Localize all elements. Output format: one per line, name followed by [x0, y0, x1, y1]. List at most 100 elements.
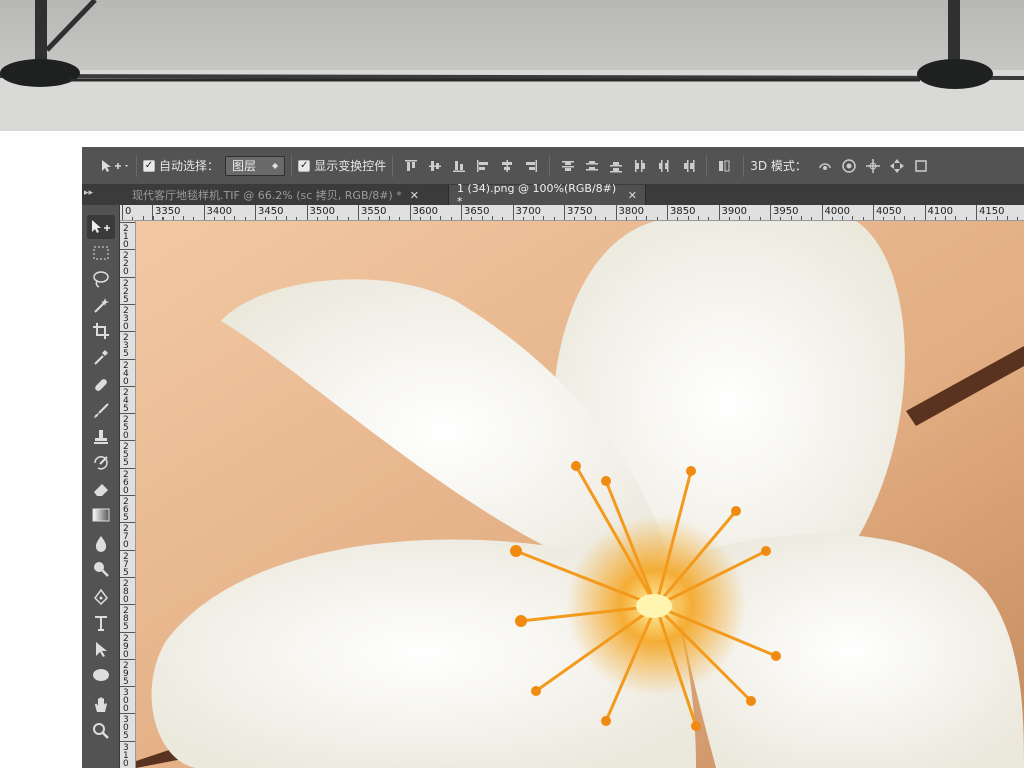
ruler-minor-tick: [708, 217, 710, 220]
divider: [706, 154, 708, 177]
ruler-minor-tick: [265, 217, 267, 220]
ruler-minor-tick: [172, 216, 174, 220]
type-tool[interactable]: [87, 611, 115, 635]
ruler-label: 3600: [412, 206, 438, 217]
magic-wand-tool[interactable]: [87, 293, 115, 317]
history-brush-tool[interactable]: [87, 451, 115, 475]
ruler-major-tick: [203, 205, 205, 220]
ruler-horizontal[interactable]: 0 3350 3400 3450 3500 3550 3600 3650 3700 3750 380…: [120, 205, 1024, 221]
tool-preset-picker[interactable]: [82, 147, 130, 185]
auto-select-label: 自动选择：: [159, 159, 220, 173]
align-vcenter-icon[interactable]: [425, 156, 445, 176]
document-canvas[interactable]: [136, 221, 1024, 768]
crop-icon: [93, 323, 109, 339]
ruler-minor-tick: [996, 216, 998, 220]
ruler-minor-tick: [934, 217, 936, 220]
ruler-minor-tick: [1017, 217, 1019, 220]
ruler-minor-tick: [399, 217, 401, 220]
dodge-tool[interactable]: [87, 557, 115, 581]
distribute-vcenter-icon[interactable]: [582, 156, 602, 176]
clone-stamp-tool[interactable]: [87, 425, 115, 449]
distribute-bottom-icon[interactable]: [606, 156, 626, 176]
ruler-minor-tick: [543, 216, 545, 220]
zoom-tool[interactable]: [87, 719, 115, 743]
collapse-panels-icon[interactable]: ▸▸: [84, 188, 93, 198]
show-transform-option[interactable]: ✓ 显示变换控件: [298, 147, 386, 185]
ruler-minor-tick: [193, 217, 195, 220]
ruler-label: 2 1 0: [123, 224, 129, 250]
align-left-icon[interactable]: [473, 156, 493, 176]
close-icon[interactable]: ✕: [628, 189, 637, 202]
ruler-minor-tick: [132, 217, 134, 220]
marquee-tool[interactable]: [87, 241, 115, 265]
history-brush-icon: [94, 456, 108, 470]
ruler-label: 2 4 0: [123, 360, 129, 387]
align-right-icon[interactable]: [521, 156, 541, 176]
ruler-label: 2 6 5: [123, 497, 129, 523]
hand-tool[interactable]: [87, 693, 115, 717]
ruler-label: 3650: [464, 206, 490, 217]
stand-post-right: [948, 0, 960, 66]
bandage-icon: [95, 379, 107, 391]
move-tool[interactable]: [87, 215, 115, 239]
show-transform-checkbox[interactable]: ✓: [298, 159, 311, 172]
auto-select-checkbox[interactable]: ✓: [143, 159, 155, 172]
ruler-label: 3450: [258, 206, 284, 217]
blur-tool[interactable]: [87, 531, 115, 555]
align-bottom-icon[interactable]: [449, 156, 469, 176]
distribute-hcenter-icon[interactable]: [654, 156, 674, 176]
move-icon: [92, 220, 110, 233]
ellipse-tool[interactable]: [87, 663, 115, 687]
stand-foot-left: [0, 59, 80, 87]
room-photo: [0, 0, 1024, 131]
ruler-minor-tick: [491, 216, 493, 220]
lasso-tool[interactable]: [87, 267, 115, 291]
slide-3d-icon[interactable]: [887, 156, 907, 176]
ruler-minor-tick: [296, 217, 298, 220]
ruler-vertical[interactable]: 2 1 02 2 02 2 52 3 02 3 52 4 02 4 52 5 0…: [120, 221, 136, 768]
ruler-major-tick: [120, 658, 135, 660]
crop-tool[interactable]: [87, 319, 115, 343]
ruler-major-tick: [667, 205, 668, 220]
mode-3d-group: 3D 模式：: [750, 147, 933, 185]
gradient-tool[interactable]: [87, 503, 115, 527]
auto-select-option[interactable]: ✓ 自动选择：: [143, 147, 219, 185]
path-selection-tool[interactable]: [87, 637, 115, 661]
ruler-label: 2 5 0: [123, 415, 129, 442]
ruler-minor-tick: [687, 216, 689, 220]
ruler-minor-tick: [945, 216, 947, 220]
eyedropper-tool[interactable]: [87, 345, 115, 369]
close-icon[interactable]: ✕: [410, 189, 419, 202]
ruler-label: 3750: [567, 206, 593, 217]
ruler-minor-tick: [728, 217, 730, 220]
flower-artwork: [136, 221, 1024, 768]
orbit-3d-icon[interactable]: [815, 156, 835, 176]
tab-document-1[interactable]: 现代客厅地毯样机.TIF @ 66.2% (sc 拷贝, RGB/8#) * ✕: [124, 185, 454, 205]
ruler-minor-tick: [275, 216, 277, 220]
ruler-label: 3500: [309, 206, 335, 217]
ruler-label: 2 9 0: [123, 633, 129, 660]
ruler-minor-tick: [677, 217, 679, 220]
auto-align-layers-icon[interactable]: [715, 156, 735, 176]
ruler-major-tick: [152, 205, 153, 220]
eraser-tool[interactable]: [87, 477, 115, 501]
auto-select-target-dropdown[interactable]: 图层 ◆: [225, 155, 286, 176]
distribute-left-icon[interactable]: [630, 156, 650, 176]
align-hcenter-icon[interactable]: [497, 156, 517, 176]
ruler-label: 2 4 5: [123, 387, 129, 414]
tab-document-2[interactable]: 1 (34).png @ 100%(RGB/8#) * ✕: [448, 182, 646, 208]
brush-tool[interactable]: [87, 399, 115, 423]
distribute-right-icon[interactable]: [678, 156, 698, 176]
ruler-label: 4150: [979, 206, 1005, 217]
healing-brush-tool[interactable]: [87, 373, 115, 397]
roll-3d-icon[interactable]: [839, 156, 859, 176]
ruler-label: 2 8 0: [123, 578, 129, 605]
ruler-label: 3800: [618, 206, 644, 217]
pan-3d-icon[interactable]: [863, 156, 883, 176]
ruler-major-tick: [924, 205, 926, 220]
distribute-top-icon[interactable]: [558, 156, 578, 176]
pen-tool[interactable]: [87, 585, 115, 609]
ruler-major-tick: [120, 467, 135, 469]
scale-3d-icon[interactable]: [911, 156, 931, 176]
align-top-icon[interactable]: [401, 156, 421, 176]
